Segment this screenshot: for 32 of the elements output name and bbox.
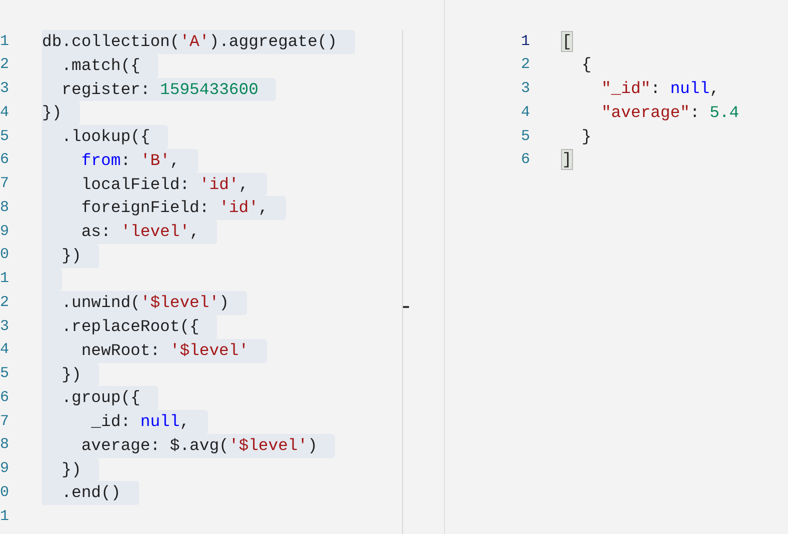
line-number: 0 — [0, 245, 10, 266]
line-number: 4 — [0, 340, 10, 360]
line-number: 4 — [0, 102, 10, 123]
line-number: 6 — [520, 150, 531, 170]
line-number: 3 — [0, 316, 10, 337]
code-line: { — [580, 54, 592, 76]
line-number: 8 — [0, 435, 10, 456]
line-number: 1 — [0, 32, 10, 52]
line-number: 6 — [0, 388, 10, 408]
line-number: 7 — [0, 174, 10, 194]
line-number: 7 — [0, 412, 10, 432]
line-number: 3 — [0, 79, 10, 100]
line-number: 2 — [0, 55, 10, 76]
code-line: "average": 5.4 — [600, 102, 740, 124]
line-number: 2 — [0, 292, 10, 313]
line-number: 3 — [520, 79, 531, 100]
line-number: 5 — [520, 126, 531, 147]
code-line: "_id": null, — [600, 78, 720, 100]
line-number: 1 — [520, 32, 531, 52]
scroll-marker — [403, 306, 409, 308]
line-number: 5 — [0, 364, 10, 384]
line-number: 5 — [0, 126, 10, 147]
line-number: 9 — [0, 459, 10, 480]
line-number: 2 — [520, 55, 531, 76]
line-number: 4 — [520, 102, 531, 123]
line-number: 1 — [0, 269, 10, 290]
line-number: 0 — [0, 482, 10, 503]
line-number: 1 — [0, 506, 10, 527]
code-line: } — [580, 126, 592, 148]
line-number: 6 — [0, 150, 10, 170]
line-number: 9 — [0, 222, 10, 242]
line-number: 8 — [0, 198, 10, 218]
